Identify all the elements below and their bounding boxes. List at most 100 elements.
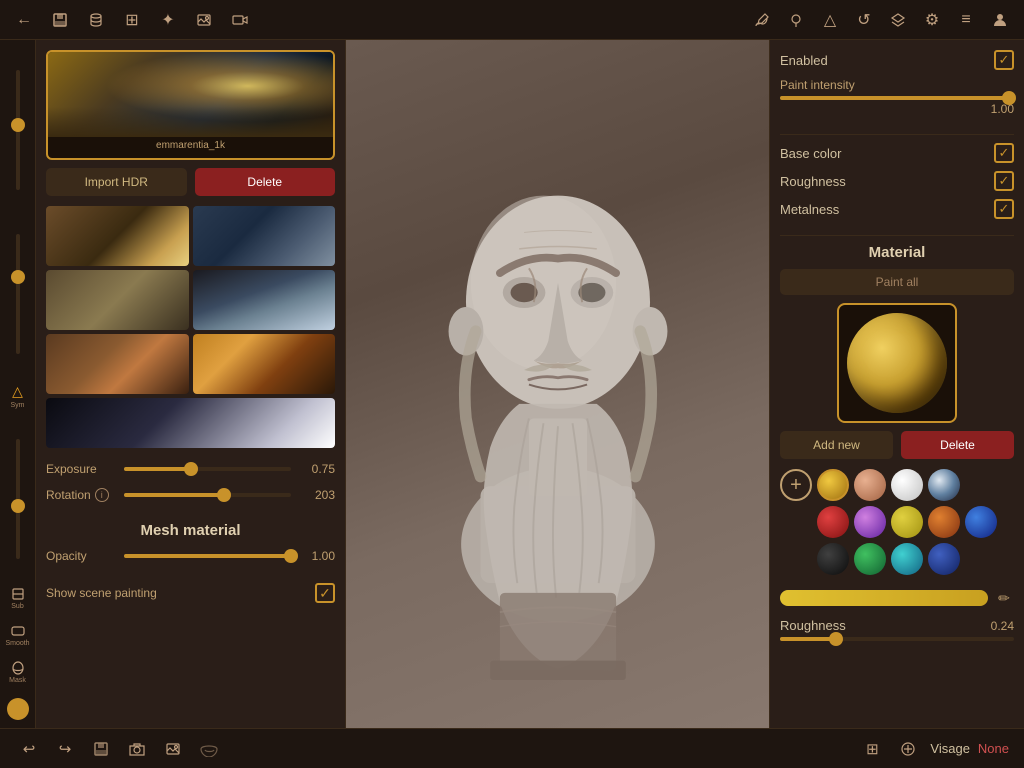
add-new-material-button[interactable]: Add new <box>780 431 893 459</box>
base-color-row: Base color <box>780 143 1014 163</box>
hdri-thumb-4[interactable] <box>193 270 336 330</box>
rotation-slider[interactable] <box>124 493 291 497</box>
sub-icon[interactable]: Sub <box>4 583 32 614</box>
swatch-cyan[interactable] <box>891 543 923 575</box>
swatch-row-3 <box>780 543 1014 575</box>
photo-bottom-icon[interactable] <box>159 735 187 763</box>
swatch-white[interactable] <box>891 469 923 501</box>
menu-icon[interactable]: ≡ <box>952 6 980 34</box>
vertical-slider-thumb[interactable] <box>11 118 25 132</box>
orange-circle-indicator <box>7 698 29 720</box>
user-icon[interactable] <box>986 6 1014 34</box>
save-icon[interactable] <box>46 6 74 34</box>
narrow-left-sidebar: △ Sym Sub Smooth Mask <box>0 40 36 768</box>
base-color-checkbox[interactable] <box>994 143 1014 163</box>
roughness-prop-checkbox[interactable] <box>994 171 1014 191</box>
hdri-thumb-1[interactable] <box>46 206 189 266</box>
add-swatch-button[interactable]: + <box>780 469 812 501</box>
sparkle-icon[interactable]: ✦ <box>154 6 182 34</box>
visage-label: Visage <box>930 741 970 756</box>
rotation-info-icon[interactable]: i <box>95 488 109 502</box>
warning-icon[interactable]: △ Sym <box>4 379 32 413</box>
exposure-row: Exposure 0.75 <box>46 462 335 476</box>
database-icon[interactable] <box>82 6 110 34</box>
hdri-thumb-7[interactable] <box>46 398 335 448</box>
import-hdr-button[interactable]: Import HDR <box>46 168 187 196</box>
metalness-checkbox[interactable] <box>994 199 1014 219</box>
mask-icon[interactable]: Mask <box>4 657 32 688</box>
roughness-slider[interactable] <box>780 637 1014 641</box>
enabled-row: Enabled <box>780 50 1014 70</box>
layers-icon[interactable] <box>884 6 912 34</box>
swatch-row-1: + <box>780 469 1014 501</box>
swatch-green[interactable] <box>854 543 886 575</box>
video-icon[interactable] <box>226 6 254 34</box>
pencil-icon[interactable]: ✏ <box>994 588 1014 608</box>
hdri-thumb-5[interactable] <box>46 334 189 394</box>
hdri-thumb-3[interactable] <box>46 270 189 330</box>
delete-material-button[interactable]: Delete <box>901 431 1014 459</box>
delete-hdr-button[interactable]: Delete <box>195 168 336 196</box>
color-bar[interactable] <box>780 590 988 606</box>
sub-label: Sub <box>11 603 23 610</box>
hdri-thumb-2[interactable] <box>193 206 336 266</box>
swatch-gold[interactable] <box>817 469 849 501</box>
paint-all-button[interactable]: Paint all <box>780 269 1014 295</box>
arrow-icon[interactable]: ↺ <box>850 6 878 34</box>
grid-icon[interactable]: ⊞ <box>118 6 146 34</box>
image-icon[interactable] <box>190 6 218 34</box>
paint-intensity-slider[interactable] <box>780 96 1014 100</box>
divider-1 <box>780 134 1014 135</box>
brush-icon[interactable] <box>748 6 776 34</box>
swatch-orange[interactable] <box>928 506 960 538</box>
enabled-label: Enabled <box>780 53 994 68</box>
settings-icon[interactable]: ⚙ <box>918 6 946 34</box>
redo-icon[interactable]: ↪ <box>51 735 79 763</box>
undo-icon[interactable]: ↩ <box>15 735 43 763</box>
enabled-checkbox[interactable] <box>994 50 1014 70</box>
show-scene-painting-checkbox[interactable]: ✓ <box>315 583 335 603</box>
mesh-material-title: Mesh material <box>46 522 335 539</box>
material-ball-container <box>780 303 1014 423</box>
hdri-thumb-6[interactable] <box>193 334 336 394</box>
exposure-label: Exposure <box>46 462 116 476</box>
material-title: Material <box>780 244 1014 261</box>
none-label[interactable]: None <box>978 741 1009 756</box>
save-bottom-icon[interactable] <box>87 735 115 763</box>
brush-bottom-icon[interactable] <box>894 735 922 763</box>
show-scene-label: Show scene painting <box>46 586 315 600</box>
roughness-slider-thumb[interactable] <box>829 632 843 646</box>
smooth-icon[interactable]: Smooth <box>4 620 32 651</box>
vertical-slider-thumb-3[interactable] <box>11 499 25 513</box>
top-toolbar: ← ⊞ ✦ △ ↺ ⚙ ≡ <box>0 0 1024 40</box>
stamp-icon[interactable] <box>782 6 810 34</box>
vertical-slider-2[interactable] <box>16 214 20 374</box>
opacity-label: Opacity <box>46 549 116 563</box>
mask-bottom-icon[interactable] <box>195 735 223 763</box>
triangle-icon[interactable]: △ <box>816 6 844 34</box>
swatch-yellow[interactable] <box>891 506 923 538</box>
vertical-slider-3[interactable] <box>16 419 20 579</box>
swatch-purple[interactable] <box>854 506 886 538</box>
3d-viewport[interactable] <box>346 40 769 768</box>
vertical-slider[interactable] <box>16 50 20 210</box>
grid-bottom-icon[interactable]: ⊞ <box>858 735 886 763</box>
back-icon[interactable]: ← <box>10 6 38 34</box>
swatch-blue[interactable] <box>965 506 997 538</box>
swatch-navy[interactable] <box>928 543 960 575</box>
opacity-slider[interactable] <box>124 554 291 558</box>
swatch-peach[interactable] <box>854 469 886 501</box>
opacity-row: Opacity 1.00 <box>46 549 335 563</box>
camera-bottom-icon[interactable] <box>123 735 151 763</box>
material-ball-frame[interactable] <box>837 303 957 423</box>
hdri-filename: emmarentia_1k <box>48 137 333 154</box>
hdri-preview-image <box>48 52 333 137</box>
vertical-slider-thumb-2[interactable] <box>11 270 25 284</box>
swatch-chrome[interactable] <box>928 469 960 501</box>
exposure-slider[interactable] <box>124 467 291 471</box>
swatch-black[interactable] <box>817 543 849 575</box>
paint-intensity-row: Paint intensity 1.00 <box>780 78 1014 116</box>
swatch-red[interactable] <box>817 506 849 538</box>
roughness-prop-row: Roughness <box>780 171 1014 191</box>
roughness-section: Roughness 0.24 <box>780 618 1014 641</box>
